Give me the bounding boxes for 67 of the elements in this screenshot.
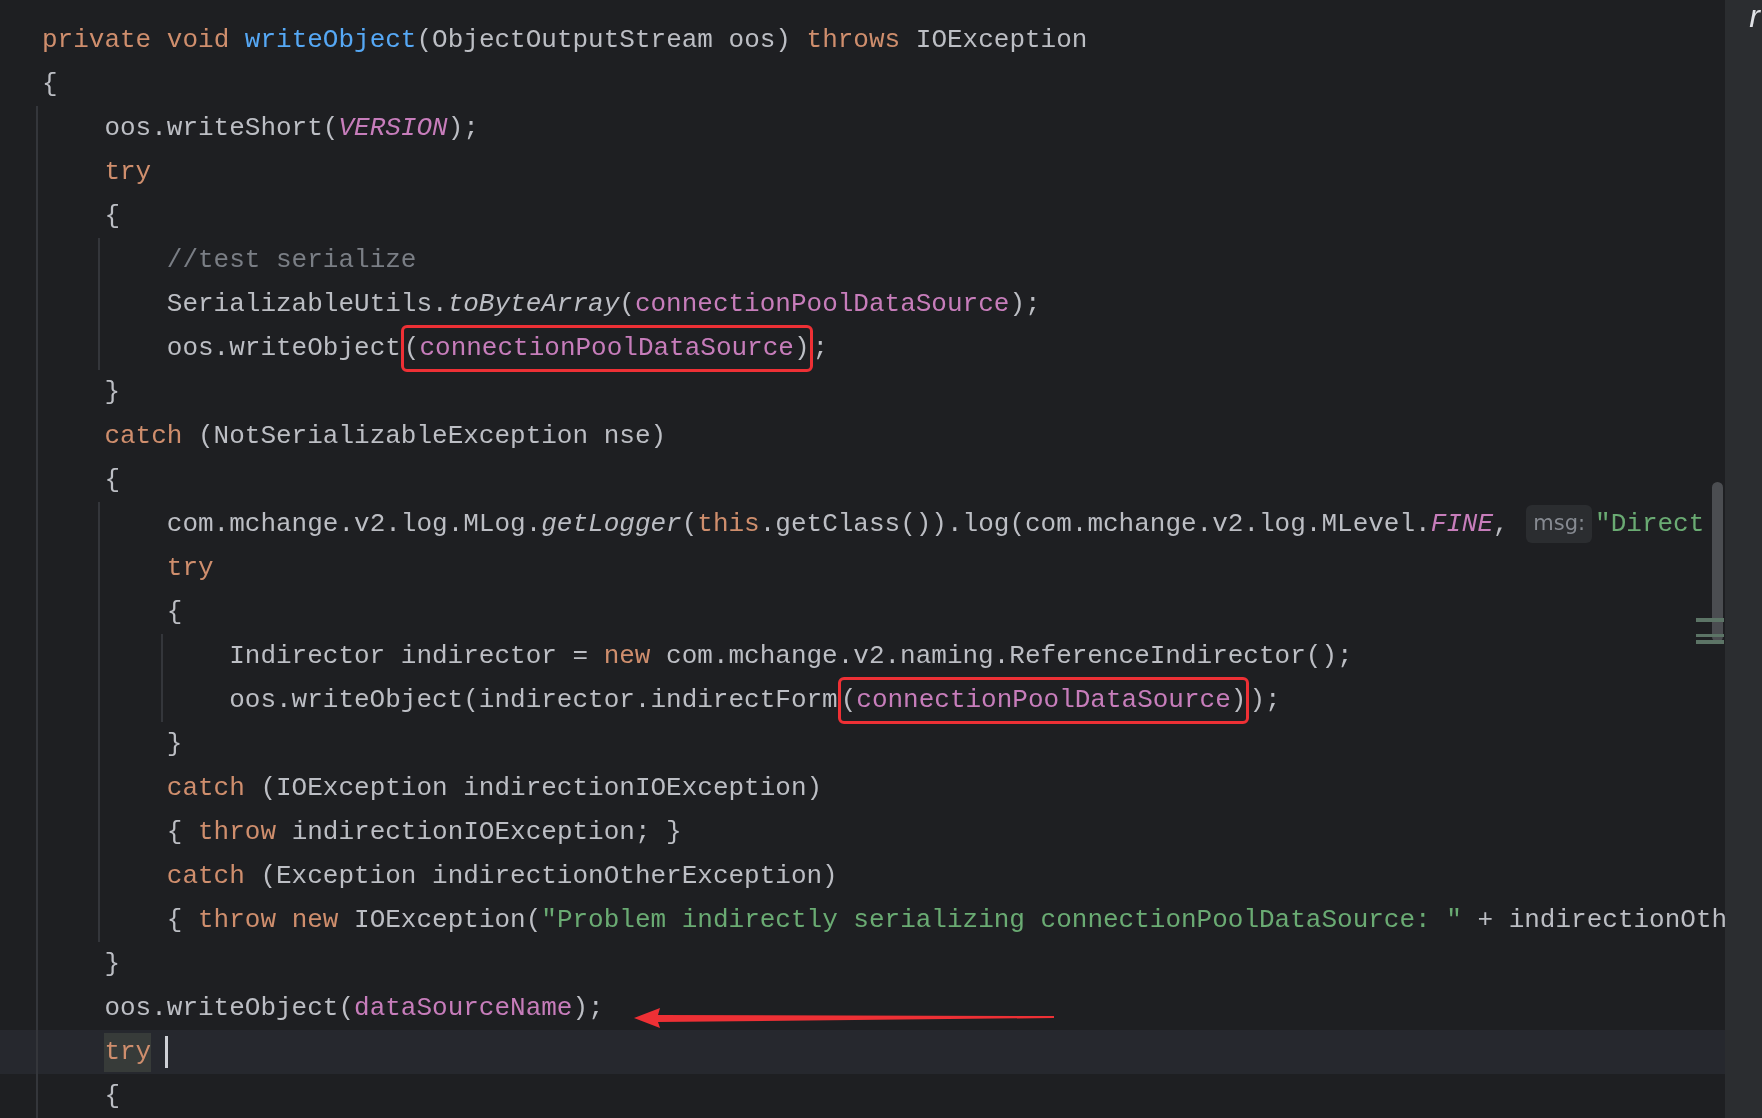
code-text: }	[104, 947, 120, 981]
code-text: {	[104, 1079, 120, 1113]
code-text: }	[166, 727, 183, 761]
code-text: IOException(	[353, 903, 542, 937]
code-text: com.mchange.v2.log.MLog.	[166, 507, 542, 541]
code-text: (Exception indirectionOtherException)	[259, 859, 838, 893]
code-text: {	[104, 463, 120, 497]
code-text: }	[104, 375, 120, 409]
code-keyword: this	[697, 507, 760, 541]
code-keyword: private void	[42, 23, 231, 57]
code-text: ,	[1493, 507, 1510, 541]
code-text: ;	[812, 331, 829, 365]
string-literal: "Direct	[1595, 507, 1705, 541]
code-text: oos.writeObject	[166, 331, 401, 365]
method-name: writeObject	[244, 23, 417, 57]
constant-name: VERSION	[338, 111, 448, 145]
error-stripe-icon	[1696, 618, 1724, 644]
field-name: connectionPoolDataSource	[856, 684, 1231, 715]
scrollbar-thumb[interactable]	[1712, 482, 1723, 642]
code-keyword: catch	[166, 771, 245, 805]
code-keyword: new	[603, 639, 651, 673]
code-text: (	[619, 287, 635, 321]
constant-name: FINE	[1430, 507, 1494, 541]
code-text: {	[166, 595, 183, 629]
code-text: (	[681, 507, 698, 541]
parameter-hint: msg:	[1526, 505, 1593, 543]
code-text: .getClass()).log(com.mchange.v2.log.MLevel.	[759, 507, 1431, 541]
code-text: );	[572, 991, 604, 1025]
code-text: );	[1249, 683, 1281, 717]
code-text: SerializableUtils.	[166, 287, 448, 321]
code-text: oos.writeObject(indirector.indirectForm	[229, 683, 838, 717]
code-text: );	[1009, 287, 1041, 321]
code-keyword: try	[104, 155, 152, 189]
code-text: oos.writeShort(	[104, 111, 339, 145]
code-text: )	[1230, 684, 1247, 715]
code-text: com.mchange.v2.naming.ReferenceIndirector();	[665, 639, 1353, 673]
code-keyword: try	[104, 1032, 152, 1072]
code-text: )	[793, 332, 810, 363]
code-text: (NotSerializableException nse)	[197, 419, 667, 453]
code-text: (IOException indirectionIOException)	[259, 771, 823, 805]
code-text: (	[403, 332, 420, 363]
code-text: {	[104, 199, 120, 233]
code-text: (	[840, 684, 857, 715]
string-literal: "Problem indirectly serializing connectionPoolDataSource: "	[541, 903, 1462, 937]
code-keyword: try	[166, 551, 214, 585]
code-text: oos.writeObject(	[104, 991, 355, 1025]
field-name: dataSourceName	[354, 991, 573, 1025]
code-text: );	[447, 111, 479, 145]
code-comment: //test serialize	[166, 243, 417, 277]
code-text: {	[42, 67, 58, 101]
code-keyword: throw new	[198, 903, 339, 937]
panel-text: r	[1749, 0, 1760, 32]
code-text: {	[166, 903, 184, 937]
code-text: (ObjectOutputStream oos)	[416, 23, 792, 57]
code-text: + indirectionOth	[1476, 903, 1725, 937]
code-keyword: catch	[104, 419, 183, 453]
static-method-name: toByteArray	[447, 287, 620, 321]
code-text: indirectionIOException; }	[290, 815, 682, 849]
code-text: {	[166, 815, 184, 849]
static-method-name: getLogger	[541, 507, 682, 541]
code-keyword: throw	[198, 815, 277, 849]
code-text: IOException	[914, 23, 1088, 57]
code-text: Indirector indirector =	[229, 639, 590, 673]
code-keyword: catch	[166, 859, 245, 893]
code-keyword: throws	[806, 23, 901, 57]
field-name: connectionPoolDataSource	[419, 332, 794, 363]
field-name: connectionPoolDataSource	[634, 287, 1010, 321]
